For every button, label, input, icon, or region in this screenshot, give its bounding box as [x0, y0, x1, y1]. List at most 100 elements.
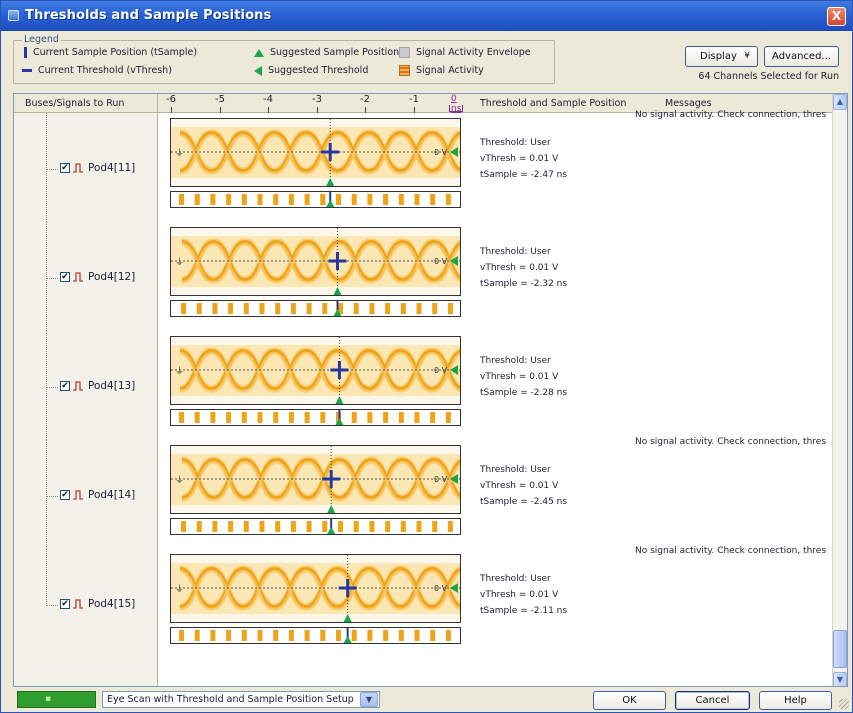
activity-bar	[257, 194, 263, 205]
window-title: Thresholds and Sample Positions	[25, 8, 272, 23]
vertical-scrollbar[interactable]: ▲ ▼	[832, 94, 847, 686]
eye-diagram[interactable]: ⏚ 0 V	[170, 336, 461, 405]
advanced-button[interactable]: Advanced...	[764, 46, 839, 67]
activity-bar	[320, 630, 326, 641]
activity-bar	[338, 521, 343, 532]
ground-marker: ⏚	[175, 257, 184, 268]
activity-bar	[275, 303, 281, 314]
eye-plot: ⏚ 0 V	[171, 119, 460, 186]
activity-bar	[445, 630, 451, 641]
signal-checkbox[interactable]: ✔	[60, 381, 70, 391]
activity-strip	[170, 627, 461, 644]
activity-bar	[243, 521, 249, 532]
signal-row[interactable]: ✔ Pod4[15]	[14, 594, 158, 614]
signal-checkbox[interactable]: ✔	[60, 272, 70, 282]
vthresh-label: vThresh = 0.01 V	[480, 590, 559, 600]
ground-marker: ⏚	[175, 584, 184, 595]
activity-bar	[212, 521, 218, 532]
tsample-label: tSample = -2.28 ns	[480, 388, 568, 398]
activity-bar	[367, 630, 373, 641]
threshold-mode: Threshold: User	[480, 574, 551, 584]
activity-bar	[367, 194, 373, 205]
activity-bar	[430, 412, 436, 423]
activity-bar	[210, 194, 216, 205]
activity-bar	[241, 630, 247, 641]
pulse-icon	[73, 272, 83, 282]
eye-diagram[interactable]: ⏚ 0 V	[170, 445, 461, 514]
dialog-window: Thresholds and Sample Positions X Legend…	[0, 0, 853, 713]
suggested-sample-marker	[333, 287, 342, 295]
activity-bar	[212, 303, 218, 314]
legend-activity-envelope: Signal Activity Envelope	[399, 47, 531, 58]
eye-plot: ⏚ 0 V	[171, 228, 460, 295]
activity-bar	[351, 630, 357, 641]
activity-bar	[369, 521, 375, 532]
activity-bar	[273, 630, 279, 641]
ok-button[interactable]: OK	[593, 691, 666, 710]
signal-checkbox[interactable]: ✔	[60, 163, 70, 173]
tree-connector	[46, 496, 58, 497]
tsample-label: tSample = -2.45 ns	[480, 497, 568, 507]
activity-bar	[228, 521, 234, 532]
cancel-button[interactable]: Cancel	[675, 691, 750, 710]
current-threshold-icon	[22, 69, 32, 72]
activity-strip-plot	[179, 192, 451, 207]
eye-diagram[interactable]: ⏚ 0 V	[170, 118, 461, 187]
pulse-icon	[73, 599, 83, 609]
tree-connector	[46, 278, 58, 279]
activity-bar	[259, 521, 265, 532]
column-header-signals[interactable]: Buses/Signals to Run	[14, 94, 158, 113]
signal-row[interactable]: ✔ Pod4[12]	[14, 267, 158, 287]
activity-bar	[304, 194, 310, 205]
activity-bar	[398, 630, 404, 641]
title-bar[interactable]: Thresholds and Sample Positions X	[1, 1, 852, 31]
scroll-down-icon[interactable]: ▼	[833, 672, 847, 686]
signal-row[interactable]: ✔ Pod4[13]	[14, 376, 158, 396]
activity-bar	[306, 521, 312, 532]
scale-tick-label: -5	[215, 94, 225, 105]
activity-bar	[273, 194, 279, 205]
activity-bar	[447, 521, 453, 532]
threshold-mode: Threshold: User	[480, 138, 551, 148]
signal-name: Pod4[12]	[88, 271, 136, 283]
tree-line	[46, 222, 47, 331]
legend-label: Suggested Sample Position	[270, 47, 400, 58]
activity-bar	[351, 194, 357, 205]
legend-box: Legend Current Sample Position (tSample)…	[13, 34, 555, 84]
signal-name: Pod4[13]	[88, 380, 136, 392]
signal-row[interactable]: ✔ Pod4[14]	[14, 485, 158, 505]
chevron-down-icon[interactable]: ▼	[360, 692, 378, 707]
scroll-thumb[interactable]	[833, 630, 847, 668]
activity-bar	[273, 412, 279, 423]
activity-bar	[414, 412, 420, 423]
signal-name: Pod4[15]	[88, 598, 136, 610]
channels-selected-text: 64 Channels Selected for Run	[698, 71, 839, 82]
pulse-icon	[73, 163, 83, 173]
activity-bar	[226, 630, 232, 641]
mode-select[interactable]: Eye Scan with Threshold and Sample Posit…	[102, 691, 380, 708]
legend-title: Legend	[22, 34, 61, 45]
scale-tick-label: -2	[360, 94, 370, 105]
scroll-up-icon[interactable]: ▲	[833, 94, 847, 110]
signal-checkbox[interactable]: ✔	[60, 599, 70, 609]
activity-strip	[170, 409, 461, 426]
activity-bar	[194, 630, 200, 641]
eye-diagram[interactable]: ⏚ 0 V	[170, 227, 461, 296]
activity-bar	[288, 630, 294, 641]
signal-row[interactable]: ✔ Pod4[11]	[14, 158, 158, 178]
triangle-up-icon	[254, 48, 264, 57]
display-menu-button[interactable]: Display ¥	[685, 46, 758, 67]
activity-bar	[257, 412, 263, 423]
close-button[interactable]: X	[827, 7, 846, 26]
signal-checkbox[interactable]: ✔	[60, 490, 70, 500]
time-scale-header: -6 -5 -4 -3 -2 -1 0 ns	[158, 94, 463, 114]
help-button[interactable]: Help	[759, 691, 832, 710]
eye-diagram[interactable]: ⏚ 0 V	[170, 554, 461, 623]
status-indicator: ▪	[17, 691, 96, 708]
pulse-icon	[73, 490, 83, 500]
column-header-threshold[interactable]: Threshold and Sample Position	[463, 94, 644, 113]
activity-bar	[416, 303, 422, 314]
activity-bar	[306, 303, 312, 314]
activity-bar	[369, 303, 375, 314]
resize-grip[interactable]	[839, 699, 849, 709]
